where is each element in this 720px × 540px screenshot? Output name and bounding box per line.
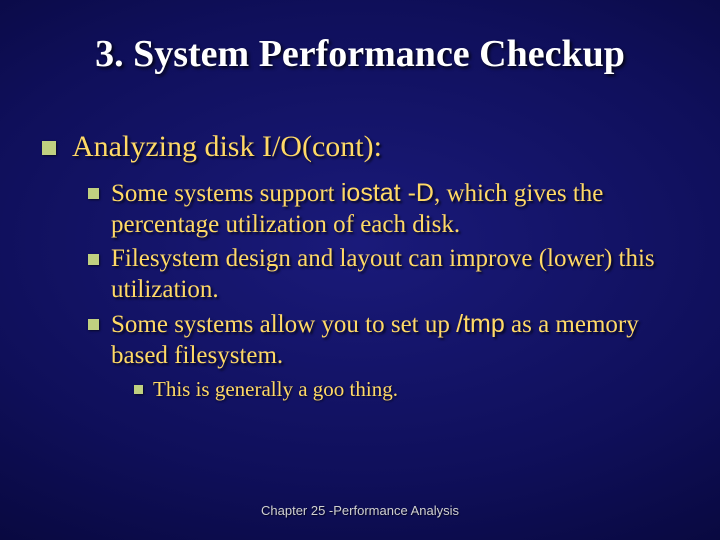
slide: 3. System Performance Checkup Analyzing … xyxy=(0,0,720,540)
list-item: This is generally a goo thing. xyxy=(134,377,678,402)
lvl2-text: Some systems allow you to set up /tmp as… xyxy=(111,309,678,371)
bullet-icon xyxy=(88,254,99,265)
list-item: Filesystem design and layout can improve… xyxy=(88,244,678,305)
slide-footer: Chapter 25 -Performance Analysis xyxy=(0,503,720,518)
slide-title: 3. System Performance Checkup xyxy=(0,32,720,76)
lvl1-text: Analyzing disk I/O(cont): xyxy=(72,130,382,164)
bullet-icon xyxy=(88,188,99,199)
list-item: Some systems allow you to set up /tmp as… xyxy=(88,309,678,371)
text-run: Some systems support xyxy=(111,180,341,207)
bullet-icon xyxy=(42,141,56,155)
code-text: iostat -D xyxy=(341,179,434,207)
text-run: Some systems allow you to set up xyxy=(111,311,456,338)
bullet-icon xyxy=(134,385,143,394)
lvl3-text: This is generally a goo thing. xyxy=(153,377,398,402)
lvl2-text: Some systems support iostat -D, which gi… xyxy=(111,178,678,240)
list-item: Some systems support iostat -D, which gi… xyxy=(88,178,678,240)
code-text: /tmp xyxy=(456,310,505,338)
lvl2-text: Filesystem design and layout can improve… xyxy=(111,244,678,305)
list-item: Analyzing disk I/O(cont): xyxy=(42,130,678,164)
bullet-icon xyxy=(88,319,99,330)
slide-body: Analyzing disk I/O(cont): Some systems s… xyxy=(42,130,678,406)
